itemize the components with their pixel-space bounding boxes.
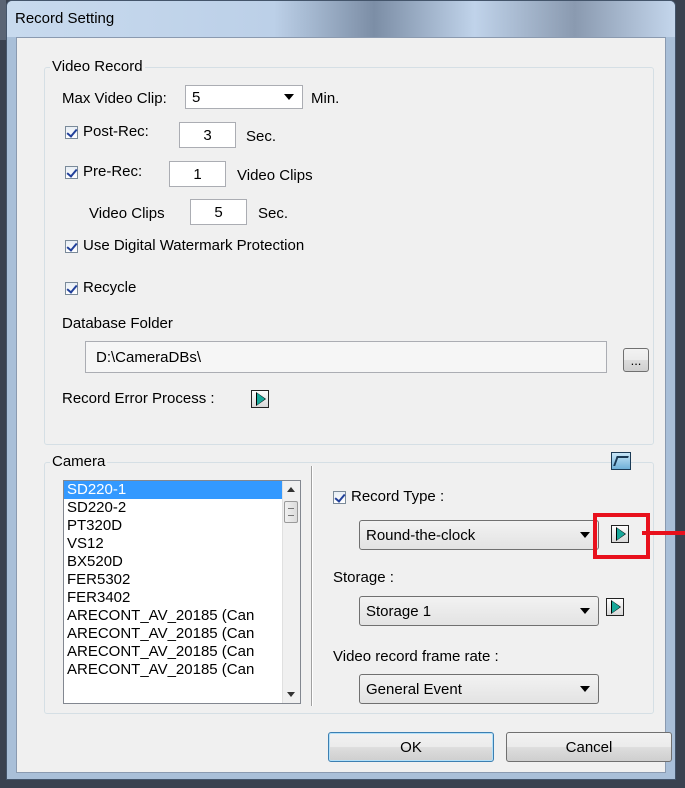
- camera-list-item[interactable]: ARECONT_AV_20185 (Can: [64, 625, 300, 643]
- camera-list-item[interactable]: FER5302: [64, 571, 300, 589]
- post-rec-checkbox[interactable]: [65, 126, 78, 139]
- pre-rec-checkbox[interactable]: [65, 166, 78, 179]
- record-type-settings-button[interactable]: [611, 525, 629, 543]
- max-clip-value: 5: [192, 88, 201, 106]
- camera-list-item[interactable]: ARECONT_AV_20185 (Can: [64, 607, 300, 625]
- window-title: Record Setting: [15, 10, 115, 27]
- storage-dropdown[interactable]: Storage 1: [359, 596, 599, 626]
- watermark-label: Use Digital Watermark Protection: [83, 237, 305, 254]
- camera-list-item[interactable]: PT320D: [64, 517, 300, 535]
- video-record-legend: Video Record: [50, 58, 145, 75]
- pre-rec-label: Pre-Rec:: [83, 163, 143, 180]
- cancel-button[interactable]: Cancel: [506, 732, 672, 762]
- record-error-process-label: Record Error Process :: [62, 390, 215, 407]
- max-clip-label: Max Video Clip:: [62, 90, 167, 107]
- storage-settings-button[interactable]: [606, 598, 624, 616]
- browse-button[interactable]: ...: [623, 348, 649, 372]
- camera-list-scrollbar[interactable]: [282, 481, 300, 703]
- video-clips-unit: Sec.: [258, 205, 289, 222]
- post-rec-label: Post-Rec:: [83, 123, 149, 140]
- frame-rate-dropdown[interactable]: General Event: [359, 674, 599, 704]
- record-type-label: Record Type :: [351, 488, 445, 505]
- post-rec-unit: Sec.: [246, 128, 277, 145]
- camera-list-item[interactable]: SD220-1: [64, 481, 300, 499]
- chevron-down-icon: [284, 94, 294, 100]
- ok-button[interactable]: OK: [328, 732, 494, 762]
- title-bar[interactable]: Record Setting: [7, 1, 675, 37]
- database-folder-value: D:\CameraDBs\: [96, 348, 202, 366]
- database-folder-input[interactable]: D:\CameraDBs\: [85, 341, 607, 373]
- camera-list-item[interactable]: FER3402: [64, 589, 300, 607]
- record-setting-window: Record Setting Video Record Max Video Cl…: [6, 0, 676, 780]
- camera-list-item[interactable]: ARECONT_AV_20185 (Can: [64, 643, 300, 661]
- record-type-dropdown[interactable]: Round-the-clock: [359, 520, 599, 550]
- recycle-label: Recycle: [83, 279, 137, 296]
- scroll-up-icon[interactable]: [287, 487, 295, 492]
- camera-list-item[interactable]: ARECONT_AV_20185 (Can: [64, 661, 300, 679]
- camera-settings-icon[interactable]: [611, 452, 631, 470]
- storage-value: Storage 1: [366, 602, 432, 620]
- frame-rate-label: Video record frame rate :: [333, 648, 499, 665]
- scroll-down-icon[interactable]: [287, 692, 295, 697]
- camera-separator: [311, 466, 313, 706]
- storage-label: Storage :: [333, 569, 394, 586]
- camera-list-item[interactable]: VS12: [64, 535, 300, 553]
- camera-legend: Camera: [50, 453, 108, 470]
- watermark-checkbox[interactable]: [65, 240, 78, 253]
- pre-rec-unit: Video Clips: [237, 167, 313, 184]
- camera-list[interactable]: SD220-1 SD220-2 PT320D VS12 BX520D FER5302 FER…: [63, 480, 301, 704]
- record-type-checkbox[interactable]: [333, 491, 346, 504]
- scroll-thumb[interactable]: [284, 501, 298, 523]
- database-folder-label: Database Folder: [62, 315, 173, 332]
- recycle-checkbox[interactable]: [65, 282, 78, 295]
- record-type-value: Round-the-clock: [366, 526, 476, 544]
- chevron-down-icon: [580, 608, 590, 614]
- frame-rate-value: General Event: [366, 680, 462, 698]
- dialog-client: Video Record Max Video Clip: 5 Min. Post…: [16, 37, 672, 773]
- video-clips-label: Video Clips: [89, 205, 165, 222]
- pre-rec-input[interactable]: 1: [169, 161, 226, 187]
- camera-list-items: SD220-1 SD220-2 PT320D VS12 BX520D FER5302 FER…: [64, 481, 300, 679]
- video-clips-input[interactable]: 5: [190, 199, 247, 225]
- highlight-pointer-line: [642, 531, 685, 535]
- max-clip-unit: Min.: [311, 90, 340, 107]
- post-rec-input[interactable]: 3: [179, 122, 236, 148]
- chevron-down-icon: [580, 532, 590, 538]
- record-error-process-button[interactable]: [251, 390, 269, 408]
- camera-list-item[interactable]: BX520D: [64, 553, 300, 571]
- chevron-down-icon: [580, 686, 590, 692]
- camera-list-item[interactable]: SD220-2: [64, 499, 300, 517]
- max-clip-dropdown[interactable]: 5: [185, 85, 303, 109]
